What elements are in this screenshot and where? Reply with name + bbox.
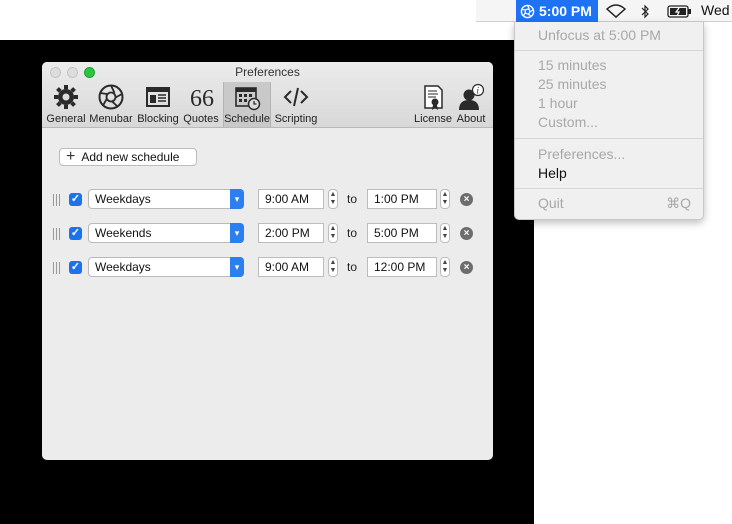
battery-icon[interactable] xyxy=(666,3,692,19)
tab-general[interactable]: General xyxy=(46,82,86,127)
plus-icon: + xyxy=(66,148,76,165)
end-time-stepper[interactable]: ▲ ▼ xyxy=(440,257,450,277)
menu-item-help[interactable]: Help xyxy=(538,165,567,181)
gear-icon xyxy=(54,85,78,109)
start-time-field[interactable]: 9:00 AM xyxy=(258,189,324,209)
window-title: Preferences xyxy=(235,65,300,79)
menu-item-15-minutes[interactable]: 15 minutes xyxy=(538,57,606,73)
drag-handle-icon[interactable] xyxy=(53,262,60,274)
tab-scripting[interactable]: Scripting xyxy=(273,82,319,127)
tab-about[interactable]: i About xyxy=(453,82,489,127)
drag-handle-icon[interactable] xyxy=(53,194,60,206)
schedule-enabled-checkbox[interactable]: ✓ xyxy=(69,227,82,240)
menu-item-custom[interactable]: Custom... xyxy=(538,114,598,130)
quote-icon: 66 xyxy=(190,86,214,111)
tab-schedule[interactable]: Schedule xyxy=(223,82,271,127)
menu-item-unfocus[interactable]: Unfocus at 5:00 PM xyxy=(538,27,661,43)
remove-schedule-icon[interactable]: × xyxy=(460,261,473,274)
chevron-down-icon: ▾ xyxy=(230,223,244,243)
desktop: 5:00 PM Wed Unfocus at 5:00 PM 15 minute… xyxy=(0,0,732,524)
menu-item-preferences[interactable]: Preferences... xyxy=(538,146,625,162)
start-time-stepper[interactable]: ▲ ▼ xyxy=(328,257,338,277)
code-icon xyxy=(283,87,309,107)
end-time-field[interactable]: 12:00 PM xyxy=(367,257,437,277)
wifi-icon[interactable] xyxy=(605,3,627,19)
bluetooth-icon[interactable] xyxy=(638,3,652,19)
end-time-field[interactable]: 5:00 PM xyxy=(367,223,437,243)
tab-license[interactable]: License xyxy=(413,82,453,127)
certificate-icon xyxy=(424,85,443,110)
to-label: to xyxy=(347,260,358,274)
remove-schedule-icon[interactable]: × xyxy=(460,193,473,206)
end-time-stepper[interactable]: ▲ ▼ xyxy=(440,223,450,243)
window-toolbar: Preferences General Menubar Blocking 66 … xyxy=(42,62,493,128)
menu-item-25-minutes[interactable]: 25 minutes xyxy=(538,76,606,92)
days-select[interactable]: Weekends ▾ xyxy=(88,223,244,243)
browser-window-icon xyxy=(146,87,170,107)
days-select[interactable]: Weekdays ▾ xyxy=(88,189,244,209)
schedule-row: ✓ Weekdays ▾ 9:00 AM ▲ ▼ to 1:00 PM ▲ ▼ × xyxy=(42,189,493,211)
menu-separator xyxy=(515,50,703,51)
calendar-clock-icon xyxy=(235,87,261,111)
tab-blocking[interactable]: Blocking xyxy=(136,82,180,127)
to-label: to xyxy=(347,192,358,206)
menu-separator xyxy=(515,138,703,139)
start-time-stepper[interactable]: ▲ ▼ xyxy=(328,223,338,243)
end-time-field[interactable]: 1:00 PM xyxy=(367,189,437,209)
add-schedule-button[interactable]: + Add new schedule xyxy=(59,148,197,166)
tab-menubar[interactable]: Menubar xyxy=(88,82,134,127)
status-time: 5:00 PM xyxy=(539,3,592,19)
quit-shortcut: ⌘Q xyxy=(666,195,691,211)
chevron-down-icon: ▾ xyxy=(230,189,244,209)
to-label: to xyxy=(347,226,358,240)
schedule-row: ✓ Weekdays ▾ 9:00 AM ▲ ▼ to 12:00 PM ▲ ▼ × xyxy=(42,257,493,279)
menu-separator xyxy=(515,188,703,189)
schedule-row: ✓ Weekends ▾ 2:00 PM ▲ ▼ to 5:00 PM ▲ ▼ × xyxy=(42,223,493,245)
menubar-clock[interactable]: Wed xyxy=(701,2,730,18)
remove-schedule-icon[interactable]: × xyxy=(460,227,473,240)
aperture-icon xyxy=(98,84,124,110)
preferences-window: Preferences General Menubar Blocking 66 … xyxy=(42,62,493,460)
end-time-stepper[interactable]: ▲ ▼ xyxy=(440,189,450,209)
person-info-icon: i xyxy=(459,83,485,110)
start-time-stepper[interactable]: ▲ ▼ xyxy=(328,189,338,209)
menu-item-quit[interactable]: Quit xyxy=(538,195,564,211)
menu-item-1-hour[interactable]: 1 hour xyxy=(538,95,578,111)
start-time-field[interactable]: 9:00 AM xyxy=(258,257,324,277)
drag-handle-icon[interactable] xyxy=(53,228,60,240)
schedule-enabled-checkbox[interactable]: ✓ xyxy=(69,261,82,274)
svg-text:66: 66 xyxy=(190,86,214,111)
focus-icon xyxy=(520,4,535,18)
focus-status-item[interactable]: 5:00 PM xyxy=(516,0,598,22)
tab-quotes[interactable]: 66 Quotes xyxy=(182,82,220,127)
days-select[interactable]: Weekdays ▾ xyxy=(88,257,244,277)
chevron-down-icon: ▾ xyxy=(230,257,244,277)
focus-dropdown-menu: Unfocus at 5:00 PM 15 minutes 25 minutes… xyxy=(514,22,704,220)
start-time-field[interactable]: 2:00 PM xyxy=(258,223,324,243)
menubar xyxy=(476,0,732,22)
schedule-enabled-checkbox[interactable]: ✓ xyxy=(69,193,82,206)
